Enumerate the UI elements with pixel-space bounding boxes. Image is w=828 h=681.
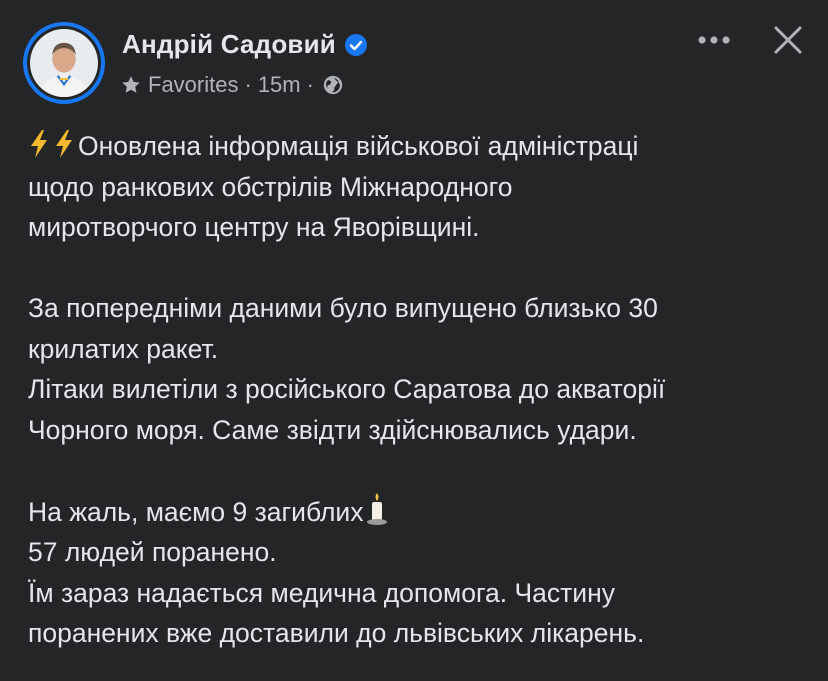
post-time[interactable]: 15m [258,72,301,98]
candle-icon [367,492,388,525]
avatar[interactable] [23,22,105,104]
post-line: Їм зараз надається медична допомога. Час… [28,577,615,608]
post-line: 57 людей поранено. [28,537,277,567]
author-name[interactable]: Андрій Садовий [122,29,336,60]
post-line: крилатих ракет. [28,333,219,364]
post-line: Оновлена інформація військової адміністр… [28,126,818,167]
post-line: Літаки вилетіли з російського Саратова д… [28,374,666,404]
post-line: миротворчого центру на Яворівщині. [28,212,480,242]
audience-label[interactable]: Favorites [148,72,238,98]
lightning-emoji [28,130,78,161]
lightning-icon [31,130,47,158]
meta-separator: · [244,72,252,97]
avatar-photo [30,29,98,97]
meta-separator: · [306,72,314,97]
post-line: поранених вже доставили до львівських лі… [28,618,645,648]
post-body: Оновлена інформація військової адміністр… [28,126,818,654]
profile-photo-illustration [30,29,98,97]
globe-icon [323,75,343,95]
post-line: На жаль, маємо 9 загиблих [28,491,818,533]
more-options-button[interactable] [690,22,738,58]
avatar-ring [27,26,101,100]
post-meta: Favorites · 15m · [120,72,344,98]
post-line: Чорного моря. Саме звідти здійснювались … [28,414,637,445]
post-text: Оновлена інформація військової адміністр… [78,131,639,161]
post-line: За попередніми даними було випущено близ… [28,293,658,323]
verified-badge-icon [345,33,367,56]
post-line: щодо ранкових обстрілів Міжнародного [28,171,513,202]
post-text: На жаль, маємо 9 загиблих [28,496,364,527]
lightning-icon [56,130,72,158]
star-icon [122,76,140,93]
post-header: Андрій Садовий Favorites · 15m · [0,0,828,110]
more-icon [698,36,730,44]
author-row: Андрій Садовий [122,29,368,60]
close-icon [774,26,802,54]
close-button[interactable] [764,16,812,64]
